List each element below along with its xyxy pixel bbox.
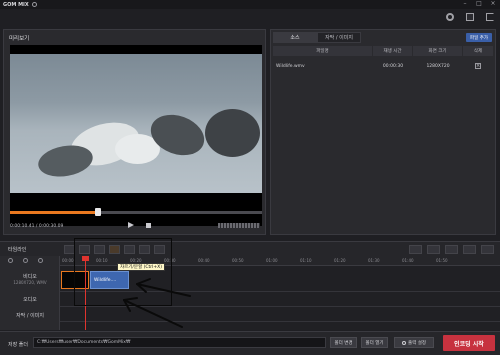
- annotation-box: [74, 238, 172, 306]
- import-icon[interactable]: [481, 245, 494, 254]
- playback-controls: 0:00:10.41 / 0:00:30.09: [10, 221, 262, 231]
- grid-icon[interactable]: [409, 245, 422, 254]
- app-title: GOM MIX: [3, 1, 29, 8]
- ruler-tick: 01:20: [334, 258, 346, 263]
- save-path-field[interactable]: C:₩Users₩user₩Documents₩GomMix₩: [33, 337, 326, 348]
- settings-icon: [402, 340, 406, 345]
- ruler-tick: 01:00: [266, 258, 278, 263]
- seek-handle[interactable]: [95, 208, 102, 216]
- ruler-tick: 01:10: [300, 258, 312, 263]
- maximize-icon[interactable]: □: [476, 1, 482, 7]
- ruler-tick: 01:40: [402, 258, 414, 263]
- top-toolbar: [446, 13, 494, 21]
- row-duration: 00:00:30: [382, 63, 404, 69]
- track-video: 비디오 1280X720, WMV: [0, 273, 60, 285]
- preview-panel: 미리보기 0:00:10.41 / 0:00:30.09: [3, 29, 266, 235]
- add-file-button[interactable]: 파일 추가: [466, 33, 492, 42]
- track-video-info: 1280X720, WMV: [13, 280, 47, 285]
- save-icon[interactable]: [445, 245, 458, 254]
- column-delete: 삭제: [473, 49, 483, 54]
- export-icon[interactable]: [463, 245, 476, 254]
- delete-icon[interactable]: ×: [475, 63, 481, 69]
- source-tabs: 소스 자막 / 이미지: [273, 32, 361, 43]
- ruler-tick: 01:30: [368, 258, 380, 263]
- output-bar: 저장 폴더 C:₩Users₩user₩Documents₩GomMix₩ 폴더…: [0, 331, 500, 355]
- video-frame: [10, 54, 262, 193]
- volume-slider[interactable]: [218, 223, 260, 228]
- preview-title: 미리보기: [9, 36, 30, 42]
- row-size: 1280X720: [426, 63, 450, 69]
- title-bar: GOM MIX: [0, 0, 500, 9]
- ruler-tick: 00:00: [62, 258, 74, 263]
- column-size: 화면 크기: [413, 46, 463, 56]
- track-headers: 비디오 1280X720, WMV 오디오 자막 / 이미지: [0, 256, 60, 330]
- timeline-label: 타임라인: [8, 247, 27, 253]
- exit-icon[interactable]: [486, 13, 494, 21]
- column-filename: 파일명: [273, 46, 373, 56]
- video-preview: [10, 45, 262, 226]
- zoom-out-icon[interactable]: [23, 258, 28, 263]
- output-settings-label: 출력 설정: [408, 340, 426, 346]
- output-settings-button[interactable]: 출력 설정: [394, 337, 434, 348]
- seek-bar[interactable]: [10, 208, 262, 216]
- play-icon[interactable]: [128, 222, 134, 228]
- settings-icon[interactable]: [31, 2, 37, 7]
- open-folder-button[interactable]: 폴더 열기: [361, 337, 388, 348]
- fit-icon[interactable]: [38, 258, 43, 263]
- ruler-tick: 00:40: [198, 258, 210, 263]
- column-duration: 재생 시간: [373, 46, 413, 56]
- row-filename: Wildlife.wmv: [276, 63, 305, 69]
- source-panel: 소스 자막 / 이미지 파일 추가 파일명 재생 시간 화면 크기 삭제 Wil…: [270, 29, 496, 235]
- change-folder-button[interactable]: 폴더 변경: [330, 337, 357, 348]
- ruler-tick: 00:50: [232, 258, 244, 263]
- playback-time: 0:00:10.41 / 0:00:30.09: [10, 223, 64, 229]
- project-icon[interactable]: [466, 13, 474, 21]
- timeline-right-tools: [409, 245, 494, 254]
- tab-text-image[interactable]: 자막 / 이미지: [317, 32, 361, 43]
- start-encoding-button[interactable]: 인코딩 시작: [443, 335, 495, 351]
- table-row[interactable]: Wildlife.wmv 00:00:30 1280X720 ×: [273, 60, 493, 72]
- close-icon[interactable]: ×: [490, 1, 496, 7]
- zoom-in-icon[interactable]: [8, 258, 13, 263]
- ruler-tick: 01:50: [436, 258, 448, 263]
- track-audio: 오디오: [23, 297, 37, 303]
- tab-source[interactable]: 소스: [273, 32, 317, 43]
- preferences-icon[interactable]: [446, 13, 454, 21]
- save-folder-label: 저장 폴더: [8, 342, 28, 348]
- zoom-controls: [8, 258, 43, 263]
- window-controls: – □ ×: [462, 1, 496, 7]
- track-text-image: 자막 / 이미지: [16, 313, 44, 319]
- file-table-header: 파일명 재생 시간 화면 크기 삭제: [273, 46, 493, 56]
- folder-icon[interactable]: [427, 245, 440, 254]
- stop-icon[interactable]: [146, 223, 151, 228]
- minimize-icon[interactable]: –: [462, 1, 468, 7]
